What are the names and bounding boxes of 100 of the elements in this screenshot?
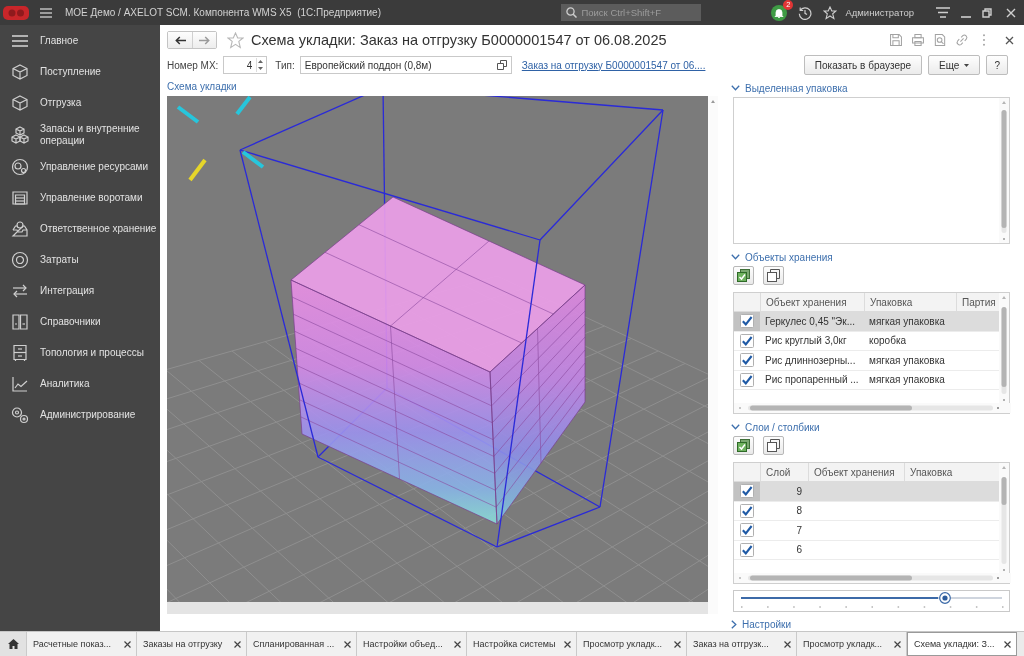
home-icon [7, 639, 19, 649]
table-row[interactable]: Рис длиннозерны... мягкая упаковка [734, 351, 999, 371]
spinner-arrows-icon[interactable] [256, 58, 266, 72]
horizontal-scrollbar[interactable] [167, 602, 718, 614]
sidebar-item[interactable]: Интеграция [0, 275, 160, 306]
close-icon[interactable] [1004, 640, 1011, 648]
sidebar-item[interactable]: Администрирование [0, 399, 160, 430]
cube-icon [11, 62, 29, 81]
close-icon[interactable] [784, 640, 791, 648]
tab[interactable]: Спланированная ... [247, 632, 357, 656]
section-toggle[interactable]: Слои / столбики [728, 420, 1016, 434]
table-row[interactable]: 9 [734, 482, 999, 502]
checkbox[interactable] [740, 542, 754, 557]
printer-icon[interactable] [911, 33, 925, 47]
history-icon[interactable] [798, 5, 813, 20]
slider-thumb[interactable] [938, 592, 951, 604]
selected-package-field[interactable] [733, 97, 1010, 244]
sidebar-item[interactable]: Главное [0, 25, 160, 56]
close-icon[interactable] [234, 640, 241, 648]
chevron-down-icon [731, 254, 740, 260]
user-name[interactable]: Администратор [845, 7, 914, 18]
close-icon[interactable] [124, 640, 131, 648]
close-icon[interactable] [894, 640, 901, 648]
field-label: Тип: [275, 59, 295, 71]
table-row[interactable]: Геркулес 0,45 "Эк... мягкая упаковка [734, 312, 999, 332]
open-window-icon[interactable] [496, 60, 507, 70]
column-header[interactable]: Объект хранения [808, 463, 904, 481]
back-button[interactable] [168, 32, 192, 48]
pallet-type-input[interactable]: Европейский поддон (0,8м) [300, 58, 497, 72]
tab[interactable]: Настройки объед... [357, 632, 467, 656]
close-icon[interactable] [344, 640, 351, 648]
form-title: Схема укладки: Заказ на отгрузку Б0000001547 от 06.08.2025 [251, 32, 667, 48]
sidebar-item[interactable]: Ответственное хранение [0, 213, 160, 244]
checkbox[interactable] [740, 333, 754, 348]
menu-icon[interactable] [40, 7, 52, 18]
uncheck-all-button[interactable] [763, 436, 784, 455]
column-header[interactable]: Упаковка [864, 293, 956, 311]
number-input[interactable]: 4 [224, 58, 257, 72]
star-icon[interactable] [227, 31, 244, 49]
table-cell-text: мягкая упаковка [868, 353, 946, 368]
sidebar-item[interactable]: Управление ресурсами [0, 151, 160, 182]
stacked-squares-icon [767, 269, 780, 282]
cubes-icon [11, 125, 29, 144]
pallet-type-field[interactable]: Европейский поддон (0,8м) [299, 56, 512, 74]
sidebar-item[interactable]: Аналитика [0, 368, 160, 399]
bell-icon[interactable] [771, 4, 788, 21]
tab[interactable]: Схема укладки: З... [907, 632, 1017, 656]
order-link[interactable]: Заказ на отгрузку Б0000001547 от 06.... [521, 59, 706, 71]
number-field[interactable]: 4 [223, 56, 268, 74]
star-icon[interactable] [823, 5, 838, 20]
uncheck-all-button[interactable] [763, 266, 784, 285]
home-button[interactable] [0, 632, 27, 656]
menu-icon[interactable] [936, 7, 950, 18]
sidebar-item[interactable]: Управление воротами [0, 182, 160, 213]
checkbox[interactable] [740, 372, 754, 387]
help-button[interactable]: ? [986, 55, 1008, 75]
table-row[interactable]: 7 [734, 521, 999, 541]
check-all-button[interactable] [733, 436, 754, 455]
search-field[interactable]: Поиск Ctrl+Shift+F [561, 4, 702, 21]
table-row[interactable]: Рис пропаренный ... мягкая упаковка [734, 370, 999, 390]
close-icon[interactable] [564, 640, 571, 648]
table-row[interactable]: 8 [734, 501, 999, 521]
table-row[interactable]: Рис круглый 3,0кг коробка [734, 331, 999, 351]
checkbox[interactable] [740, 503, 754, 518]
checkbox[interactable] [740, 353, 754, 368]
sidebar-item[interactable]: Отгрузка [0, 87, 160, 118]
sidebar-item[interactable]: Запасы и внутренние операции [0, 118, 160, 151]
show-in-browser-button[interactable]: Показать в браузере [803, 55, 923, 75]
sidebar-item[interactable]: Топология и процессы [0, 337, 160, 368]
column-header[interactable]: Объект хранения [760, 293, 864, 311]
section-toggle[interactable]: Настройки [728, 617, 1016, 631]
checked-squares-icon [737, 439, 750, 452]
section-toggle[interactable]: Выделенная упаковка [728, 81, 1016, 95]
tab[interactable]: Заказы на отгрузку [137, 632, 247, 656]
close-icon[interactable] [1005, 35, 1014, 45]
document-search-icon[interactable] [933, 33, 947, 47]
sidebar-item[interactable]: Поступление [0, 56, 160, 87]
tab[interactable]: Просмотр укладк... [797, 632, 907, 656]
checkbox[interactable] [740, 484, 754, 499]
table-cell-text: Рис пропаренный ... [764, 373, 860, 388]
checkbox[interactable] [740, 314, 754, 329]
column-header[interactable]: Слой [760, 463, 808, 481]
table-cell-text: Рис круглый 3,0кг [764, 334, 848, 349]
table-cell-text: Геркулес 0,45 "Эк... [764, 314, 856, 329]
table-row[interactable]: 6 [734, 540, 999, 560]
checkbox[interactable] [740, 523, 754, 538]
tab[interactable]: Расчетные показ... [27, 632, 137, 656]
check-all-button[interactable] [733, 266, 754, 285]
restore-icon[interactable] [982, 7, 992, 18]
tab[interactable]: Просмотр укладк... [577, 632, 687, 656]
table-cell-text: Рис длиннозерны... [764, 353, 857, 368]
tab[interactable]: Заказ на отгрузк... [687, 632, 797, 656]
more-button[interactable]: Еще [928, 55, 981, 75]
close-icon[interactable] [454, 640, 461, 648]
close-icon[interactable] [674, 640, 681, 648]
search-input[interactable]: Поиск Ctrl+Shift+F [581, 5, 700, 20]
tab[interactable]: Настройка системы [467, 632, 577, 656]
sidebar-item[interactable]: Затраты [0, 244, 160, 275]
section-toggle[interactable]: Объекты хранения [728, 250, 1016, 264]
sidebar-item[interactable]: Справочники [0, 306, 160, 337]
